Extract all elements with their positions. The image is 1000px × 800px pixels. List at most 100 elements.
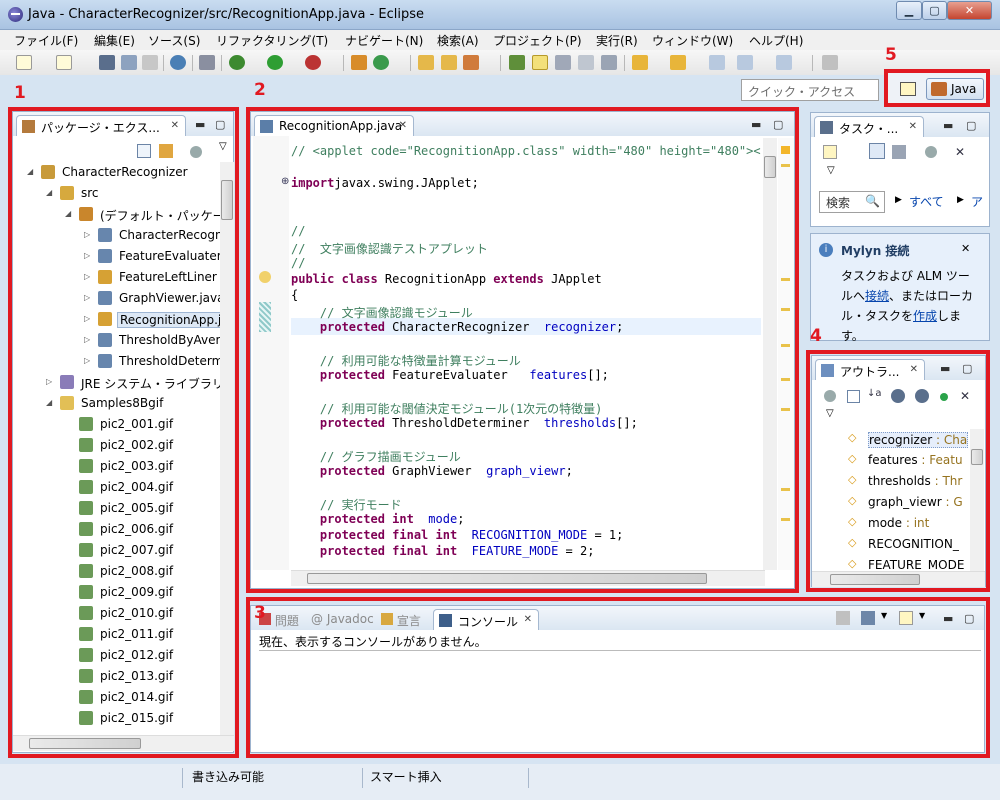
collapse-all-icon[interactable]: [137, 144, 151, 158]
menu-edit[interactable]: 編集(E): [94, 32, 135, 49]
outline-item[interactable]: ◇ RECOGNITION_: [812, 534, 970, 554]
tree-item[interactable]: pic2_012.gif: [13, 645, 219, 665]
minimize-icon[interactable]: ▬: [940, 362, 950, 375]
open-perspective-icon[interactable]: [900, 82, 916, 96]
view-menu-icon[interactable]: ▽: [827, 165, 835, 176]
tree-horizontal-scrollbar[interactable]: [13, 735, 234, 751]
collapse-icon[interactable]: ◢: [46, 188, 52, 197]
expand-icon[interactable]: ▷: [84, 230, 90, 239]
close-icon[interactable]: ✕: [910, 364, 918, 375]
hide-non-public-icon[interactable]: [940, 393, 948, 401]
filter-all-link[interactable]: すべて: [909, 193, 944, 210]
tree-item[interactable]: pic2_006.gif: [13, 519, 219, 539]
menu-source[interactable]: ソース(S): [148, 32, 200, 49]
hide-local-types-icon[interactable]: ✕: [960, 389, 974, 403]
save-all-icon[interactable]: [121, 55, 137, 70]
dropdown-icon[interactable]: ▼: [919, 611, 925, 620]
outline-item[interactable]: ◇ FEATURE_MODE: [812, 555, 970, 571]
tab-console[interactable]: コンソール ✕: [433, 609, 539, 630]
quick-access-input[interactable]: クイック・アクセス: [741, 79, 879, 101]
new-java-package-icon[interactable]: [351, 55, 367, 70]
minimize-icon[interactable]: ▬: [943, 612, 953, 625]
overview-warning[interactable]: [781, 146, 790, 154]
toggle-mark-icon[interactable]: [509, 55, 525, 70]
hide-static-icon[interactable]: [915, 389, 929, 403]
tree-item[interactable]: pic2_003.gif: [13, 456, 219, 476]
close-button[interactable]: ✕: [947, 1, 992, 20]
tree-item[interactable]: ◢ src: [13, 183, 219, 203]
tree-vertical-scrollbar[interactable]: [220, 162, 234, 735]
tree-item[interactable]: pic2_005.gif: [13, 498, 219, 518]
tree-item[interactable]: ▷ GraphViewer.java: [13, 288, 221, 308]
maximize-icon[interactable]: ▢: [215, 118, 225, 131]
tree-item[interactable]: ▷ JRE システム・ライブラリ: [13, 372, 221, 392]
categorized-icon[interactable]: [869, 143, 885, 159]
menu-help[interactable]: ヘルプ(H): [749, 32, 803, 49]
back-icon[interactable]: [709, 55, 725, 70]
new-java-class-icon[interactable]: [373, 55, 389, 70]
tree-item[interactable]: pic2_001.gif: [13, 414, 219, 434]
minimize-button[interactable]: ▁: [896, 1, 922, 20]
menu-navigate[interactable]: ナビゲート(N): [345, 32, 423, 49]
filter-activate-link[interactable]: ア: [971, 193, 983, 210]
hide-fields-icon[interactable]: [891, 389, 905, 403]
dropdown-icon[interactable]: ▼: [881, 611, 887, 620]
editor-hscroll-thumb[interactable]: [307, 573, 707, 584]
maximize-icon[interactable]: ▢: [966, 119, 976, 132]
open-resource-icon[interactable]: [441, 55, 457, 70]
close-icon[interactable]: ✕: [524, 614, 532, 625]
menu-window[interactable]: ウィンドウ(W): [652, 32, 733, 49]
editor-vertical-scrollbar[interactable]: [763, 138, 777, 570]
forward-history-icon[interactable]: [776, 55, 792, 70]
minimize-icon[interactable]: ▬: [195, 118, 205, 131]
tab-package-explorer[interactable]: パッケージ・エクス... ✕: [16, 115, 186, 136]
previous-annotation-icon[interactable]: [670, 55, 686, 70]
expand-icon[interactable]: ▷: [46, 377, 52, 386]
tree-item[interactable]: pic2_013.gif: [13, 666, 219, 686]
menu-search[interactable]: 検索(A): [437, 32, 479, 49]
tree-item[interactable]: ▷ FeatureEvaluater: [13, 246, 221, 266]
tree-item[interactable]: pic2_014.gif: [13, 687, 219, 707]
menu-refactor[interactable]: リファクタリング(T): [216, 32, 328, 49]
tree-item[interactable]: pic2_010.gif: [13, 603, 219, 623]
open-console-icon[interactable]: [899, 611, 913, 625]
close-icon[interactable]: ✕: [171, 120, 179, 131]
pin-console-icon[interactable]: [836, 611, 850, 625]
tab-declaration[interactable]: 宣言: [381, 612, 421, 629]
tree-item[interactable]: ◢ Samples8Bgif: [13, 393, 219, 413]
outline-horizontal-scrollbar[interactable]: [812, 571, 985, 587]
block-select-icon[interactable]: [555, 55, 571, 70]
focus-icon[interactable]: [925, 146, 937, 158]
new-task-icon[interactable]: [823, 145, 837, 159]
maximize-button[interactable]: ▢: [922, 1, 947, 20]
collapse-icon[interactable]: ◢: [27, 167, 33, 176]
connect-link[interactable]: 接続: [865, 289, 889, 303]
collapse-icon[interactable]: ◢: [46, 398, 52, 407]
settings-icon[interactable]: [170, 55, 186, 70]
tree-item[interactable]: ▷ CharacterRecogn: [13, 225, 221, 245]
outline-item[interactable]: ◇ mode : int: [812, 513, 970, 533]
minimize-icon[interactable]: ▬: [943, 119, 953, 132]
search-tool-icon[interactable]: [463, 55, 479, 70]
outline-item[interactable]: ◇ recognizer : Cha: [812, 429, 970, 449]
tree-item[interactable]: ▷ ThresholdDeterm: [13, 351, 221, 371]
outline-vscroll-thumb[interactable]: [971, 449, 983, 465]
external-tools-icon[interactable]: [305, 55, 321, 70]
link-with-editor-icon[interactable]: [159, 144, 173, 158]
code-area[interactable]: // <applet code="RecognitionApp.class" w…: [251, 112, 761, 570]
maximize-icon[interactable]: ▢: [964, 612, 974, 625]
menu-file[interactable]: ファイル(F): [14, 32, 78, 49]
debug-icon[interactable]: [229, 55, 245, 70]
tree-item[interactable]: ◢ (デフォルト・パッケー: [13, 204, 221, 224]
tree-item[interactable]: pic2_011.gif: [13, 624, 219, 644]
run-icon[interactable]: [267, 55, 283, 70]
tree-item[interactable]: ▷ FeatureLeftLiner: [13, 267, 219, 287]
menu-project[interactable]: プロジェクト(P): [493, 32, 582, 49]
tree-item[interactable]: ◢ CharacterRecognizer: [13, 162, 219, 182]
toggle-highlight-icon[interactable]: [532, 55, 548, 70]
tree-item[interactable]: pic2_002.gif: [13, 435, 219, 455]
maximize-icon[interactable]: ▢: [962, 362, 972, 375]
view-menu-icon[interactable]: ▽: [219, 141, 227, 152]
tab-outline[interactable]: アウトラ... ✕: [815, 359, 925, 380]
new-wizard-icon[interactable]: [56, 55, 72, 70]
